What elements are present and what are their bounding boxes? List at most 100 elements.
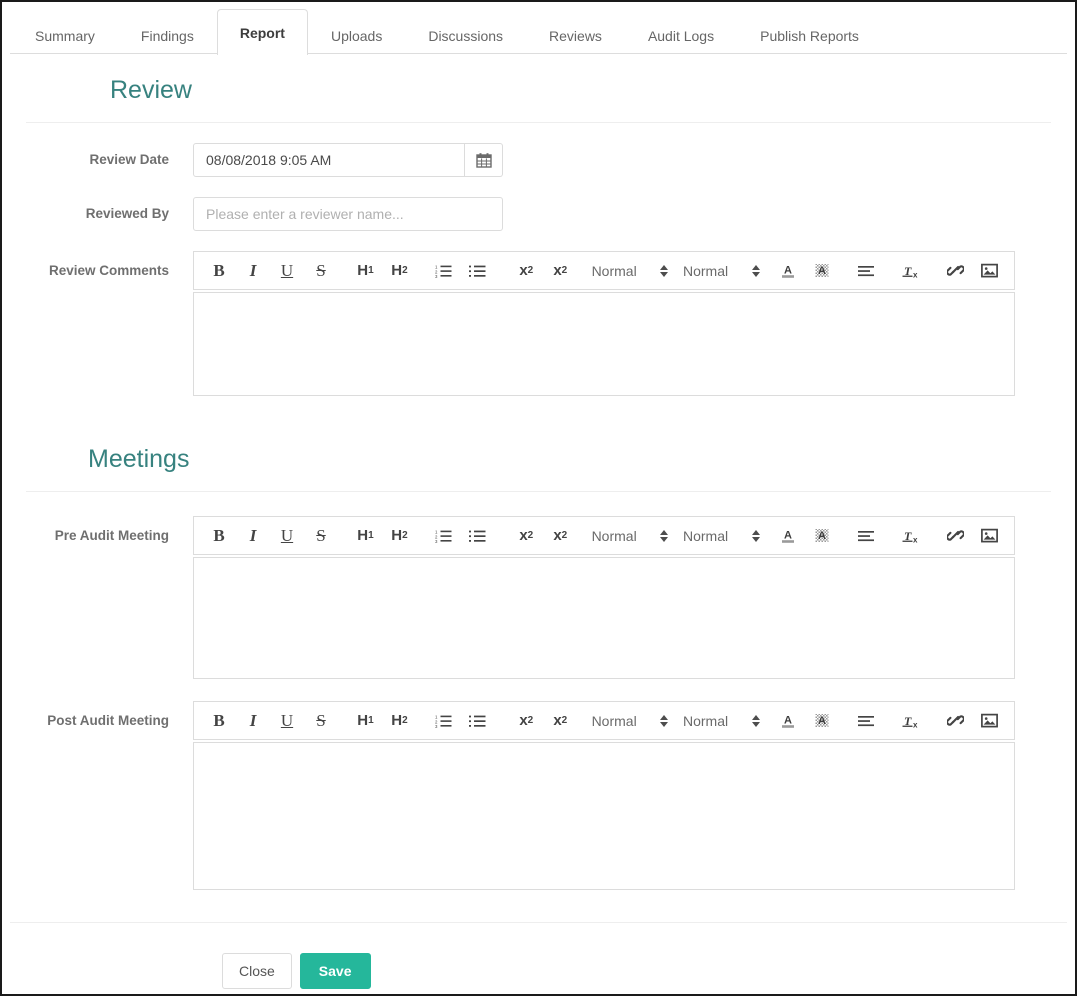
review-date-input[interactable] — [193, 143, 465, 177]
save-button[interactable]: Save — [299, 953, 371, 989]
tab-uploads[interactable]: Uploads — [308, 16, 405, 54]
underline-button[interactable]: U — [270, 522, 304, 550]
font-family-select[interactable]: Normal — [683, 713, 760, 729]
clear-format-button[interactable]: T x — [894, 707, 928, 735]
tab-reviews[interactable]: Reviews — [526, 16, 625, 54]
strikethrough-button[interactable]: S — [304, 707, 338, 735]
heading2-letter: H — [391, 712, 403, 729]
review-date-field — [193, 143, 1051, 177]
review-date-input-group — [193, 143, 503, 177]
reviewed-by-label: Reviewed By — [85, 206, 169, 221]
tab-summary[interactable]: Summary — [12, 16, 118, 54]
superscript-button[interactable]: x2 — [543, 257, 577, 285]
tab-audit-logs[interactable]: Audit Logs — [625, 16, 737, 54]
superscript-button[interactable]: x2 — [543, 707, 577, 735]
align-button[interactable] — [849, 257, 883, 285]
background-color-button[interactable]: A — [805, 707, 839, 735]
bullet-list-button[interactable] — [461, 522, 495, 550]
close-button[interactable]: Close — [222, 953, 292, 989]
heading1-button[interactable]: H1 — [348, 707, 382, 735]
heading1-button[interactable]: H1 — [348, 522, 382, 550]
image-button[interactable] — [972, 522, 1006, 550]
post-audit-meeting-label: Post Audit Meeting — [47, 713, 169, 728]
font-size-select[interactable]: Normal — [592, 713, 669, 729]
pre-audit-meeting-toolbar: B I U S H1 H2 1 2 3 x 2 x 2 Normal Norma… — [193, 516, 1015, 555]
strikethrough-button[interactable]: S — [304, 522, 338, 550]
post-audit-meeting-field: B I U S H1 H2 1 2 3 x 2 x 2 Normal Norma… — [193, 701, 1051, 890]
italic-button[interactable]: I — [236, 522, 270, 550]
link-button[interactable] — [938, 707, 972, 735]
text-color-button[interactable]: A — [771, 522, 805, 550]
pre-audit-meeting-field: B I U S H1 H2 1 2 3 x 2 x 2 Normal Norma… — [193, 516, 1051, 679]
clear-format-button[interactable]: T x — [894, 257, 928, 285]
background-color-button[interactable]: A — [805, 522, 839, 550]
tab-publish-reports[interactable]: Publish Reports — [737, 16, 882, 54]
meetings-section-title: Meetings — [88, 445, 190, 473]
bold-button[interactable]: B — [202, 257, 236, 285]
bullet-list-button[interactable] — [461, 257, 495, 285]
clear-format-button[interactable]: T x — [894, 522, 928, 550]
superscript-button[interactable]: x2 — [543, 522, 577, 550]
subscript-button[interactable]: x2 — [509, 257, 543, 285]
review-comments-textarea[interactable] — [193, 292, 1015, 396]
link-button[interactable] — [938, 522, 972, 550]
font-family-select[interactable]: Normal — [683, 528, 760, 544]
subscript-button[interactable]: x2 — [509, 707, 543, 735]
link-button[interactable] — [938, 257, 972, 285]
calendar-button[interactable] — [465, 143, 503, 177]
italic-button[interactable]: I — [236, 257, 270, 285]
reviewed-by-input[interactable] — [193, 197, 503, 231]
svg-text:x: x — [913, 270, 918, 278]
svg-text:A: A — [818, 530, 826, 542]
subscript-button[interactable]: x2 — [509, 522, 543, 550]
pre-audit-meeting-row: Pre Audit Meeting B I U S H1 H2 1 2 3 x … — [26, 492, 1051, 679]
chevron-updown-icon — [660, 713, 669, 729]
heading2-button[interactable]: H2 — [382, 257, 416, 285]
heading2-button[interactable]: H2 — [382, 522, 416, 550]
background-color-button[interactable]: A — [805, 257, 839, 285]
image-icon — [980, 528, 998, 543]
image-button[interactable] — [972, 257, 1006, 285]
tab-discussions[interactable]: Discussions — [405, 16, 526, 54]
tab-findings[interactable]: Findings — [118, 16, 217, 54]
heading1-button[interactable]: H1 — [348, 257, 382, 285]
svg-text:x: x — [913, 720, 918, 728]
underline-button[interactable]: U — [270, 707, 304, 735]
ordered-list-button[interactable]: 1 2 3 — [427, 707, 461, 735]
text-color-button[interactable]: A — [771, 707, 805, 735]
bullet-list-button[interactable] — [461, 707, 495, 735]
text-color-button[interactable]: A — [771, 257, 805, 285]
strikethrough-button[interactable]: S — [304, 257, 338, 285]
bold-button[interactable]: B — [202, 522, 236, 550]
review-comments-field: B I U S H1 H2 1 2 3 x 2 x 2 Normal Norma… — [193, 251, 1051, 396]
heading2-button[interactable]: H2 — [382, 707, 416, 735]
image-button[interactable] — [972, 707, 1006, 735]
heading2-level: 2 — [402, 715, 408, 726]
pre-audit-meeting-textarea[interactable] — [193, 557, 1015, 679]
ordered-list-button[interactable]: 1 2 3 — [427, 522, 461, 550]
align-icon — [857, 715, 875, 727]
footer-actions: Close Save — [2, 953, 1075, 989]
report-review-page: Summary Findings Report Uploads Discussi… — [0, 0, 1077, 996]
post-audit-meeting-textarea[interactable] — [193, 742, 1015, 890]
underline-button[interactable]: U — [270, 257, 304, 285]
tab-report[interactable]: Report — [216, 9, 308, 55]
font-family-select[interactable]: Normal — [683, 263, 760, 279]
clear-format-icon: T x — [902, 528, 920, 544]
font-size-select[interactable]: Normal — [592, 263, 669, 279]
ordered-list-icon: 1 2 3 — [435, 714, 452, 728]
align-button[interactable] — [849, 522, 883, 550]
image-icon — [980, 263, 998, 278]
superscript-index: 2 — [561, 265, 568, 276]
align-button[interactable] — [849, 707, 883, 735]
chevron-updown-icon — [660, 528, 669, 544]
review-comments-editor: B I U S H1 H2 1 2 3 x 2 x 2 Normal Norma… — [193, 251, 1015, 396]
bullet-list-icon — [469, 264, 486, 278]
italic-button[interactable]: I — [236, 707, 270, 735]
bold-button[interactable]: B — [202, 707, 236, 735]
review-section-title: Review — [110, 76, 192, 104]
font-size-select[interactable]: Normal — [592, 528, 669, 544]
chevron-updown-icon — [660, 263, 669, 279]
font-size-select-value: Normal — [591, 712, 637, 729]
ordered-list-button[interactable]: 1 2 3 — [427, 257, 461, 285]
